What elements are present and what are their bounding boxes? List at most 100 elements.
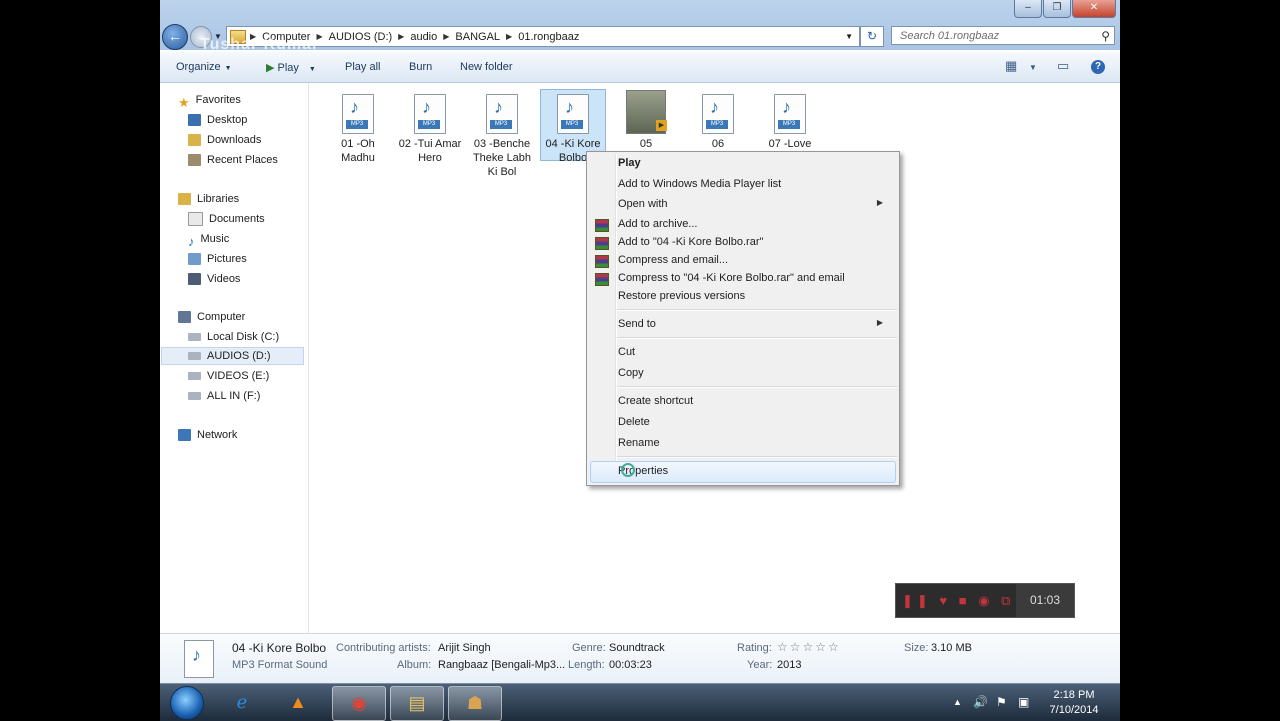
menu-label: Open with (618, 198, 668, 210)
breadcrumb-audios[interactable]: AUDIOS (D:) (329, 31, 393, 43)
organize-button[interactable]: Organize ▼ (176, 61, 232, 73)
play-all-button[interactable]: Play all (345, 61, 380, 73)
downloads-icon (188, 134, 201, 146)
nav-label: Documents (209, 213, 265, 225)
start-button-icon[interactable] (170, 686, 204, 720)
chevron-right-icon[interactable]: ▶ (506, 32, 512, 41)
nav-recent-places[interactable]: Recent Places (188, 151, 278, 169)
recorder-controls-icon[interactable]: ❚❚ ♥ ■ ◉ ⧉ (902, 593, 1014, 609)
file-item[interactable]: ♪ MP3 01 -Oh Madhu (325, 94, 391, 165)
system-clock[interactable]: 2:18 PM 7/10/2014 (1044, 688, 1104, 718)
menu-item-add-archive[interactable]: Add to archive... (618, 218, 698, 230)
menu-item-send-to[interactable]: Send to ▶ (618, 318, 893, 330)
menu-item-add-wmp[interactable]: Add to Windows Media Player list (618, 178, 781, 190)
size-label: Size: (904, 642, 929, 654)
album-value[interactable]: Rangbaaz [Bengali-Mp3... (438, 659, 565, 671)
app-taskbar-icon[interactable]: ☗ (448, 686, 502, 721)
nav-downloads[interactable]: Downloads (188, 131, 261, 149)
explorer-taskbar-icon[interactable]: ▤ (390, 686, 444, 721)
file-item[interactable]: ♪ MP3 02 -Tui Amar Hero (397, 94, 463, 165)
search-icon[interactable]: ⚲ (1101, 27, 1110, 46)
nav-libraries[interactable]: Libraries (178, 190, 239, 208)
chevron-right-icon[interactable]: ▶ (443, 32, 449, 41)
menu-item-delete[interactable]: Delete (618, 416, 650, 428)
artists-value[interactable]: Arijit Singh (438, 642, 491, 654)
minimize-button[interactable]: – (1014, 0, 1042, 18)
nav-local-disk[interactable]: Local Disk (C:) (188, 328, 279, 346)
chevron-right-icon: ▶ (876, 198, 883, 207)
search-input[interactable]: Search 01.rongbaaz ⚲ (891, 26, 1115, 45)
nav-audios-drive[interactable]: AUDIOS (D:) (161, 347, 304, 365)
music-icon: ♪ (188, 234, 195, 249)
network-status-icon[interactable]: ▣ (1018, 695, 1029, 709)
menu-item-open-with[interactable]: Open with ▶ (618, 198, 893, 210)
genre-value[interactable]: Soundtrack (609, 642, 665, 654)
nav-documents[interactable]: Documents (188, 210, 265, 228)
file-item[interactable]: ▶ 05 (613, 90, 679, 151)
nav-label: Desktop (207, 114, 248, 126)
nav-all-in-drive[interactable]: ALL IN (F:) (188, 387, 260, 405)
breadcrumb-bangal[interactable]: BANGAL (455, 31, 500, 43)
chrome-icon[interactable]: ◉ (332, 686, 386, 721)
preview-pane-icon[interactable]: ▭ (1057, 58, 1069, 74)
volume-icon[interactable]: 🔊 (973, 695, 988, 709)
chevron-down-icon[interactable]: ▼ (1029, 63, 1037, 72)
action-center-icon[interactable]: ⚑ (996, 695, 1007, 709)
vlc-icon[interactable]: ▲ (272, 686, 324, 719)
menu-item-play[interactable]: Play (618, 157, 641, 169)
recent-places-icon (188, 154, 201, 166)
nav-desktop[interactable]: Desktop (188, 111, 247, 129)
nav-favorites[interactable]: ★ Favorites (178, 91, 241, 110)
nav-pictures[interactable]: Pictures (188, 250, 247, 268)
back-button[interactable]: ← (162, 24, 188, 50)
nav-computer[interactable]: Computer (178, 308, 245, 326)
clock-time: 2:18 PM (1053, 689, 1095, 701)
menu-item-copy[interactable]: Copy (618, 367, 644, 379)
breadcrumb-rongbaaz[interactable]: 01.rongbaaz (518, 31, 579, 43)
nav-network[interactable]: Network (178, 426, 237, 444)
menu-item-rename[interactable]: Rename (618, 437, 660, 449)
menu-item-cut[interactable]: Cut (618, 346, 635, 358)
nav-videos-drive[interactable]: VIDEOS (E:) (188, 367, 269, 385)
length-value: 00:03:23 (609, 659, 652, 671)
menu-item-create-shortcut[interactable]: Create shortcut (618, 395, 693, 407)
menu-label: Send to (618, 318, 656, 330)
refresh-button[interactable]: ↻ (860, 26, 884, 47)
menu-item-compress-rar-email[interactable]: Compress to "04 -Ki Kore Bolbo.rar" and … (618, 272, 845, 284)
chevron-right-icon[interactable]: ▶ (398, 32, 404, 41)
internet-explorer-icon[interactable]: ℯ (216, 686, 268, 719)
network-icon (178, 429, 191, 441)
file-item[interactable]: ♪ MP3 03 -Benche Theke Labh Ki Bol (469, 94, 535, 179)
size-value: 3.10 MB (931, 642, 972, 654)
nav-label: Music (200, 233, 230, 245)
help-icon[interactable]: ? (1091, 60, 1105, 74)
chevron-down-icon[interactable]: ▼ (845, 32, 853, 41)
menu-item-compress-email[interactable]: Compress and email... (618, 254, 728, 266)
menu-item-add-rar[interactable]: Add to "04 -Ki Kore Bolbo.rar" (618, 236, 763, 248)
menu-item-restore-versions[interactable]: Restore previous versions (618, 290, 745, 302)
drive-icon (188, 352, 201, 360)
nav-videos[interactable]: Videos (188, 270, 240, 288)
breadcrumb-audio[interactable]: audio (410, 31, 437, 43)
file-label: 02 -Tui Amar Hero (398, 138, 462, 164)
show-hidden-icons[interactable]: ▲ (953, 697, 962, 707)
nav-label: Computer (197, 311, 246, 323)
maximize-button[interactable]: ❐ (1043, 0, 1071, 18)
pictures-icon (188, 253, 201, 265)
navigation-pane: ★ Favorites Desktop Downloads Recent Plac… (160, 83, 309, 633)
view-options-icon[interactable]: ▦ (1005, 58, 1017, 74)
mp3-file-icon: ♪ MP3 (414, 94, 446, 134)
file-item[interactable]: ♪ MP3 07 -Love (757, 94, 823, 151)
rating-stars[interactable]: ☆☆☆☆☆ (777, 640, 841, 654)
nav-label: VIDEOS (E:) (207, 370, 270, 382)
new-folder-button[interactable]: New folder (460, 61, 513, 73)
close-button[interactable]: ✕ (1072, 0, 1116, 18)
album-label: Album: (397, 659, 432, 671)
file-item[interactable]: ♪ MP3 06 (685, 94, 751, 151)
play-button[interactable]: ▶ Play ▼ (266, 61, 316, 74)
address-bar[interactable]: ▶ Computer ▶ AUDIOS (D:) ▶ audio ▶ BANGA… (226, 26, 860, 47)
year-value[interactable]: 2013 (777, 659, 801, 671)
menu-separator (617, 309, 897, 311)
nav-music[interactable]: ♪ Music (188, 230, 230, 249)
burn-button[interactable]: Burn (409, 61, 432, 73)
